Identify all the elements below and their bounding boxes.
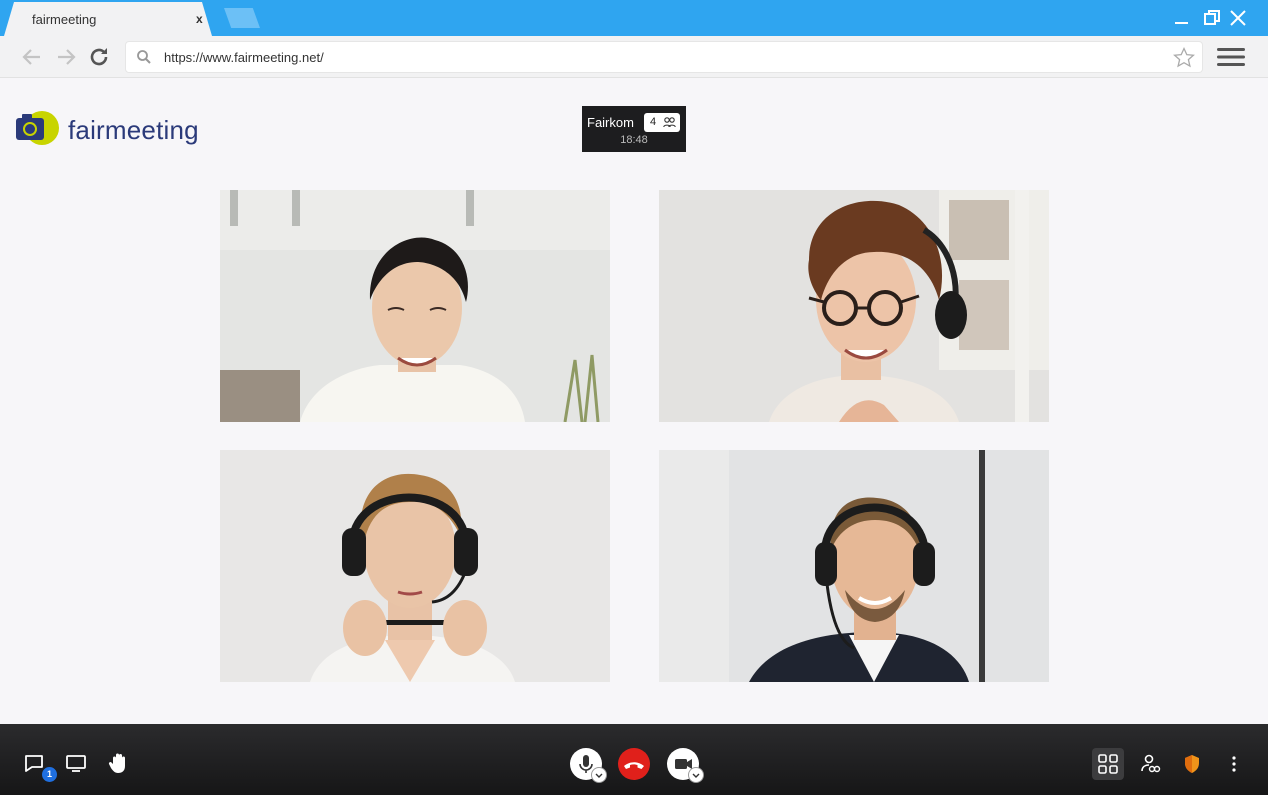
participant-count-badge[interactable]: 4 <box>644 113 680 132</box>
meeting-name: Fairkom <box>587 115 634 130</box>
raise-hand-icon[interactable] <box>103 747 135 779</box>
tab-title: fairmeeting <box>32 12 97 27</box>
hangup-button[interactable] <box>618 748 650 780</box>
chevron-down-icon[interactable] <box>592 768 606 782</box>
chat-unread-badge: 1 <box>42 767 57 782</box>
participant-count: 4 <box>650 116 657 128</box>
restore-icon[interactable] <box>1202 8 1222 28</box>
browser-tab[interactable]: fairmeeting x <box>4 2 212 36</box>
microphone-button[interactable] <box>570 748 606 782</box>
forward-arrow-icon[interactable] <box>54 45 78 69</box>
minimize-icon[interactable] <box>1172 8 1192 28</box>
chevron-down-icon[interactable] <box>689 768 703 782</box>
tile-view-icon[interactable] <box>1092 748 1124 780</box>
meeting-control-bar: 1 <box>0 724 1268 795</box>
video-tile-2[interactable] <box>659 190 1049 422</box>
browser-menu-icon[interactable] <box>1216 47 1246 67</box>
search-icon <box>137 50 151 64</box>
participant-video <box>220 190 610 422</box>
new-tab-button[interactable] <box>224 8 260 28</box>
browser-toolbar: https://www.fairmeeting.net/ <box>0 36 1268 78</box>
meeting-time: 18:48 <box>620 134 648 146</box>
participant-video <box>659 190 1049 422</box>
security-shield-icon[interactable] <box>1176 748 1208 780</box>
camera-logo-icon <box>16 111 59 145</box>
hangup-icon <box>624 762 644 769</box>
fairmeeting-logo[interactable]: fairmeeting <box>14 108 214 148</box>
participants-icon[interactable] <box>1134 748 1166 780</box>
participants-icon <box>663 117 676 128</box>
more-options-icon[interactable] <box>1218 748 1250 780</box>
video-tile-3[interactable] <box>220 450 610 682</box>
bookmark-star-icon[interactable] <box>1172 46 1196 70</box>
screen-share-icon[interactable] <box>60 747 92 779</box>
url-text: https://www.fairmeeting.net/ <box>164 50 324 65</box>
reload-icon[interactable] <box>87 45 111 69</box>
logo-text: fairmeeting <box>68 115 199 145</box>
participant-video <box>220 450 610 682</box>
camera-button[interactable] <box>667 748 703 782</box>
browser-titlebar: fairmeeting x <box>0 0 1268 36</box>
participant-video <box>659 450 1049 682</box>
tab-close-button[interactable]: x <box>196 12 203 26</box>
address-bar[interactable]: https://www.fairmeeting.net/ <box>126 42 1202 72</box>
back-arrow-icon[interactable] <box>20 45 44 69</box>
meeting-info-panel: Fairkom 4 18:48 <box>582 106 686 152</box>
video-tile-4[interactable] <box>659 450 1049 682</box>
close-window-icon[interactable] <box>1228 8 1248 28</box>
video-tile-1[interactable] <box>220 190 610 422</box>
